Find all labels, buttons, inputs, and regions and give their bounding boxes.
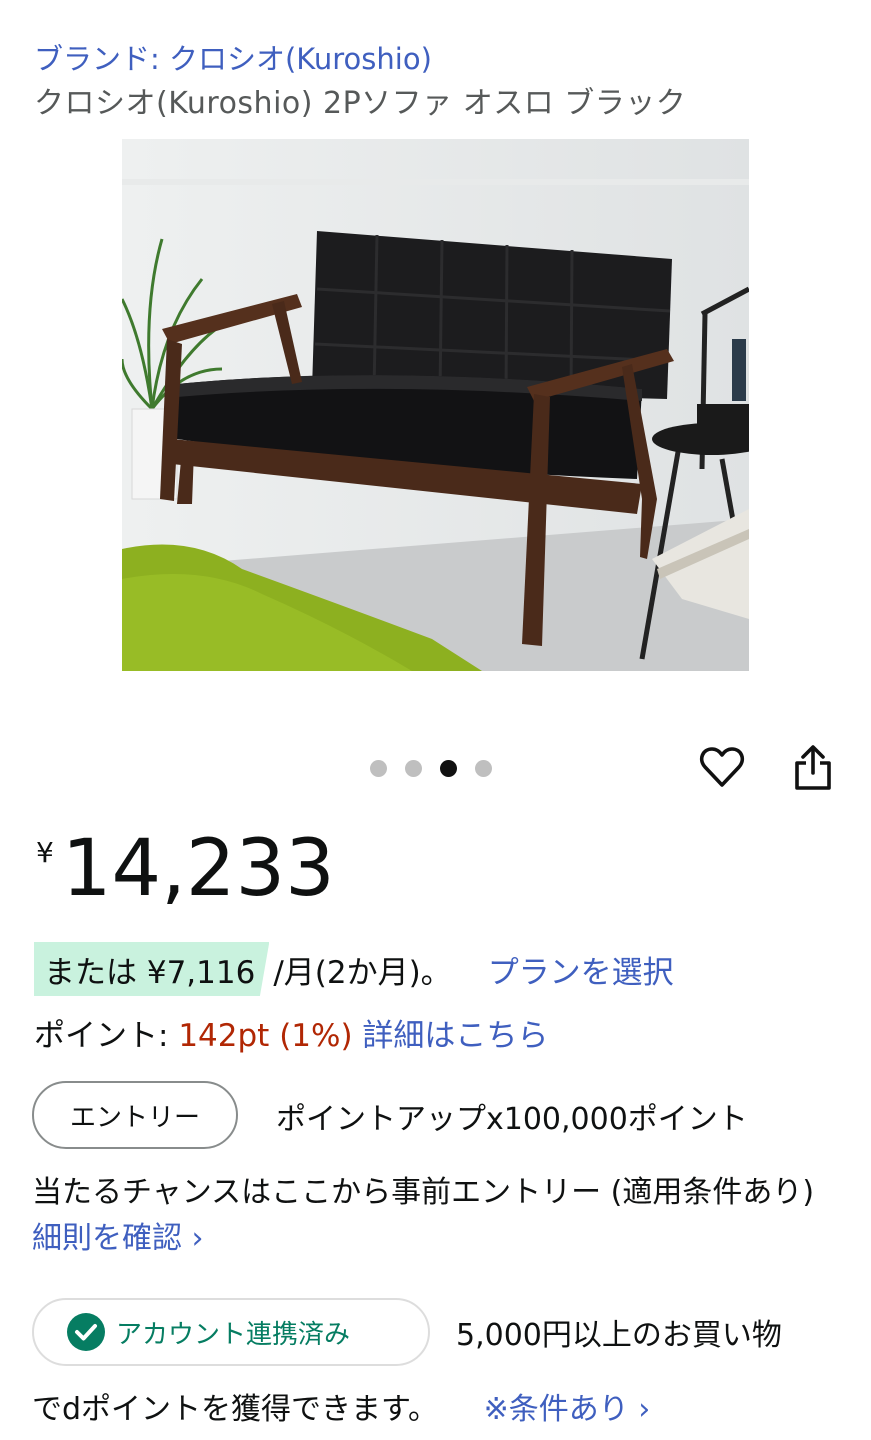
dpoint-promo-text: 5,000円以上のお買い物 (456, 1318, 782, 1353)
entry-promo-description: 当たるチャンスはここから事前エントリー (適用条件あり) 細則を確認 › (32, 1170, 852, 1262)
price: ¥ 14,233 (36, 828, 335, 910)
terms-link[interactable]: 細則を確認 › (32, 1221, 204, 1256)
points-row: ポイント: 142pt (1%) 詳細はこちら (34, 1010, 548, 1055)
installment-row: または ¥7,116 /月(2か月)。 プランを選択 (34, 942, 674, 996)
dpoint-promo-description: でdポイントを獲得できます。 ※条件あり › (32, 1384, 650, 1428)
price-value: 14,233 (61, 824, 335, 914)
price-currency: ¥ (36, 836, 54, 869)
brand-link[interactable]: ブランド: クロシオ(Kuroshio) (34, 36, 432, 78)
image-carousel-dots[interactable] (370, 760, 492, 777)
share-icon[interactable] (788, 743, 838, 793)
product-title: クロシオ(Kuroshio) 2Pソファ オスロ ブラック (34, 86, 687, 121)
check-circle-icon (67, 1313, 105, 1351)
account-linked-badge: アカウント連携済み (32, 1298, 430, 1366)
entry-button[interactable]: エントリー (32, 1081, 238, 1149)
carousel-dot-1[interactable] (370, 760, 387, 777)
points-label: ポイント: (34, 1018, 179, 1054)
heart-icon[interactable] (697, 743, 747, 793)
installment-amount: または ¥7,116 (34, 942, 270, 996)
select-plan-link[interactable]: プランを選択 (488, 947, 674, 992)
carousel-dot-3-active[interactable] (440, 760, 457, 777)
points-value: 142pt (178, 1018, 270, 1054)
points-details-link[interactable]: 詳細はこちら (362, 1018, 548, 1054)
account-linked-label: アカウント連携済み (116, 1319, 351, 1350)
entry-promo-detail: 当たるチャンスはここから事前エントリー (適用条件あり) (32, 1175, 815, 1210)
product-image[interactable] (122, 139, 749, 671)
entry-promo-text: ポイントアップx100,000ポイント (276, 1102, 748, 1137)
installment-period: /月(2か月)。 (273, 954, 452, 991)
carousel-dot-4[interactable] (475, 760, 492, 777)
dpoint-promo-detail: でdポイントを獲得できます。 (32, 1392, 439, 1427)
conditions-link[interactable]: ※条件あり › (484, 1392, 651, 1427)
points-percent: (1%) (279, 1018, 353, 1054)
carousel-dot-2[interactable] (405, 760, 422, 777)
